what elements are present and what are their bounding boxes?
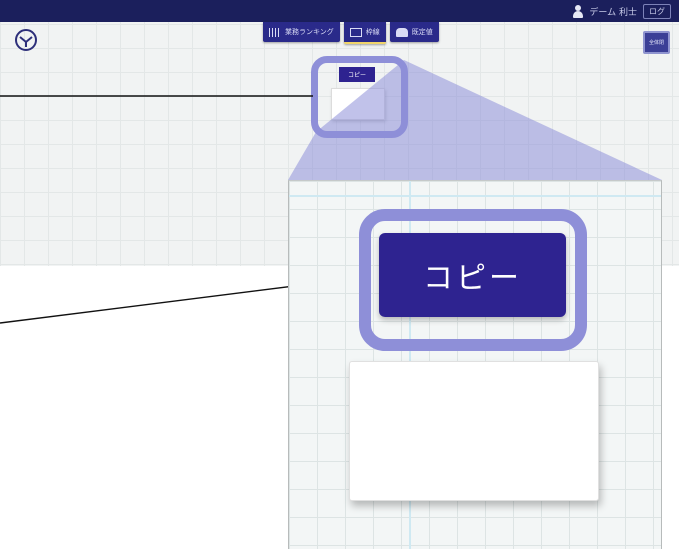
zoom-panel: コピー bbox=[288, 180, 662, 549]
guide-line-horizontal bbox=[289, 195, 661, 197]
copy-button-large[interactable]: コピー bbox=[379, 233, 566, 317]
preview-card-large bbox=[349, 361, 599, 501]
